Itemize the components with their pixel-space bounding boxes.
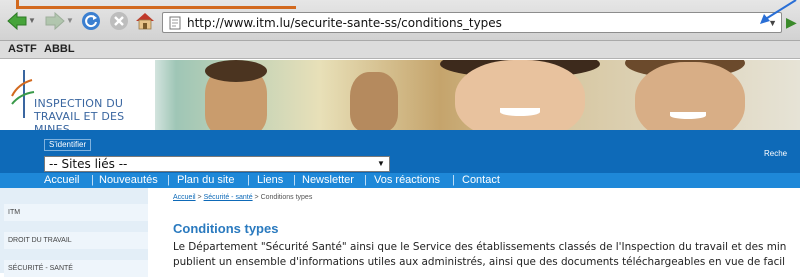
sidebar-item-itm[interactable]: ITM [4,204,148,221]
site-banner: INSPECTION DU TRAVAIL ET DES MINES [0,60,800,130]
banner-photo [500,108,540,116]
banner-photo [635,62,745,130]
banner-photo [455,60,585,130]
logo-line-2: TRAVAIL ET DES MINES [34,110,125,130]
search-label: Reche [764,149,788,158]
forward-history-dropdown-icon[interactable]: ▼ [66,16,74,25]
intro-line-2: publient un ensemble d'informations util… [173,256,786,268]
intro-paragraph: Le Département "Sécurité Santé" ainsi qu… [173,240,800,270]
bookmark-astf[interactable]: ASTF [8,43,37,55]
breadcrumb-current: Conditions types [260,194,313,201]
banner-photo [670,112,706,119]
back-history-dropdown-icon[interactable]: ▼ [28,16,36,25]
menu-vos-reactions[interactable]: Vos réactions [374,174,440,186]
annotation-line [16,6,296,9]
main-menu: Accueil | Nouveautés | Plan du site | Li… [0,173,800,188]
page-title: Conditions types [173,221,279,236]
menu-nouveautes[interactable]: Nouveautés [99,174,158,186]
menu-plan-du-site[interactable]: Plan du site [177,174,234,186]
menu-separator: | [293,174,296,186]
logo-line-1: INSPECTION DU [34,97,124,110]
sites-select-value: -- Sites liés -- [49,157,128,171]
home-icon[interactable] [134,10,156,32]
itm-logo-icon [11,70,35,118]
bookmarks-bar: ASTF ABBL [0,41,800,59]
sidebar-item-droit-du-travail[interactable]: DROIT DU TRAVAIL [4,232,148,249]
logo-text: INSPECTION DU TRAVAIL ET DES MINES [34,97,155,130]
breadcrumb-home-link[interactable]: Accueil [173,194,196,201]
breadcrumb: Accueil > Sécurité - santé > Conditions … [173,194,312,201]
menu-separator: | [247,174,250,186]
menu-separator: | [452,174,455,186]
sidebar-item-securite-sante[interactable]: SÉCURITÉ - SANTÉ [4,260,148,277]
banner-photo [205,60,267,82]
breadcrumb-section-link[interactable]: Sécurité - santé [204,194,253,201]
address-bar[interactable]: http://www.itm.lu/securite-sante-ss/cond… [162,12,782,33]
menu-separator: | [91,174,94,186]
banner-photo [350,72,398,130]
login-button[interactable]: S'identifier [44,139,92,151]
annotation-arrow-icon [760,0,797,24]
stop-icon[interactable] [108,10,130,32]
page-favicon-icon [169,16,181,30]
menu-contact[interactable]: Contact [462,174,500,186]
menu-liens[interactable]: Liens [257,174,283,186]
url-text[interactable]: http://www.itm.lu/securite-sante-ss/cond… [187,16,502,30]
chevron-down-icon: ▼ [377,159,385,168]
menu-newsletter[interactable]: Newsletter [302,174,354,186]
sites-select[interactable]: -- Sites liés -- ▼ [44,156,390,172]
menu-separator: | [364,174,367,186]
intro-line-1: Le Département "Sécurité Santé" ainsi qu… [173,241,787,253]
reload-icon[interactable] [80,10,102,32]
back-arrow-icon[interactable] [6,10,28,32]
menu-separator: | [167,174,170,186]
bookmark-abbl[interactable]: ABBL [44,43,75,55]
site-logo[interactable]: INSPECTION DU TRAVAIL ET DES MINES [0,60,155,130]
menu-accueil[interactable]: Accueil [44,174,79,186]
breadcrumb-separator: > [252,194,261,201]
forward-arrow-icon[interactable] [44,10,66,32]
breadcrumb-separator: > [195,194,204,201]
